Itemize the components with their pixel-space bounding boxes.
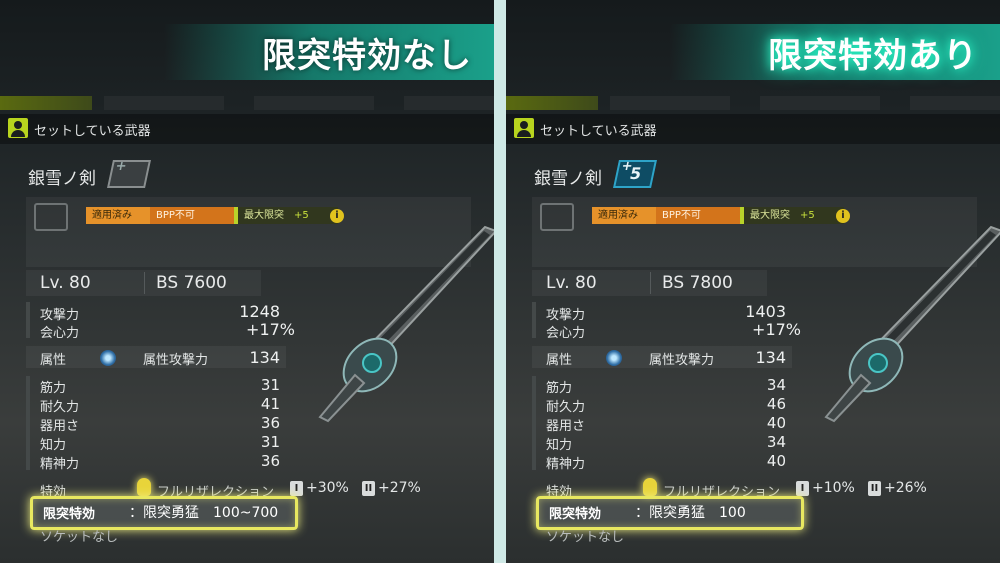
special-effect-icon [137, 478, 151, 496]
limit-plate-icon: + 5 [613, 159, 657, 188]
panel-title: 限突特効なし [262, 36, 472, 76]
vit-value: 41 [260, 395, 280, 413]
mnd-value: 40 [766, 452, 786, 470]
bs-value: BS 7600 [156, 273, 227, 293]
element-attack-label: 属性攻撃力 [649, 353, 715, 368]
tab[interactable] [610, 96, 730, 110]
int-label: 知力 [546, 438, 573, 453]
socket-status: ソケットなし [40, 530, 119, 545]
equipped-weapon-header: セットしている武器 [0, 114, 494, 144]
tier-2-icon: II [868, 481, 881, 496]
tab-row [506, 96, 1000, 112]
info-icon[interactable]: i [836, 209, 850, 223]
vit-label: 耐久力 [40, 400, 80, 415]
plate-number: 5 [628, 164, 644, 183]
dex-label: 器用さ [40, 419, 80, 434]
weapon-slot-icon [540, 203, 574, 231]
mnd-label: 精神力 [40, 457, 80, 472]
limit-effect-label: 限突特効 [43, 507, 96, 522]
special-1-value: +10% [812, 480, 855, 496]
int-value: 34 [766, 433, 786, 451]
dex-label: 器用さ [546, 419, 586, 434]
special-2-value: +27% [378, 480, 421, 496]
attack-label: 攻撃力 [40, 308, 80, 323]
info-icon[interactable]: i [330, 209, 344, 223]
person-icon [514, 118, 534, 138]
mnd-label: 精神力 [546, 457, 586, 472]
limit-effect-value: ：限突勇猛 100 [635, 505, 746, 521]
equipped-weapon-header: セットしている武器 [506, 114, 1000, 144]
limit-effect-highlight: 限突特効 ：限突勇猛 100 [536, 496, 804, 530]
limit-effect-highlight: 限突特効 ：限突勇猛 100~700 [30, 496, 298, 530]
int-value: 31 [260, 433, 280, 451]
special-effect-icon [643, 478, 657, 496]
level-row: Lv. 80 BS 7800 [532, 270, 767, 296]
badge-bpp: BPP不可 [656, 207, 744, 224]
socket-status: ソケットなし [546, 530, 625, 545]
limit-effect-value: ：限突勇猛 100~700 [129, 505, 279, 521]
element-attack-value: 134 [249, 348, 280, 367]
tier-1-icon: I [290, 481, 303, 496]
tab[interactable] [760, 96, 880, 110]
weapon-slot-icon [34, 203, 68, 231]
tab-active[interactable] [506, 96, 598, 110]
tab[interactable] [104, 96, 224, 110]
special-2-value: +26% [884, 480, 927, 496]
panel-with-limit-effect: 限突特効あり セットしている武器 銀雪ノ剣 + 5 適用済み BPP不可 最大限… [506, 0, 1000, 563]
badge-max-limit: 最大限突 +5 [740, 207, 844, 224]
level-label: Lv. 80 [40, 273, 91, 293]
tier-1-icon: I [796, 481, 809, 496]
badge-bpp: BPP不可 [150, 207, 238, 224]
vit-value: 46 [766, 395, 786, 413]
panel-without-limit-effect: 限突特効なし セットしている武器 銀雪ノ剣 + 適用済み BPP不可 最大限突 … [0, 0, 494, 563]
attack-value: 1248 [239, 302, 280, 321]
str-label: 筋力 [40, 381, 67, 396]
level-row: Lv. 80 BS 7600 [26, 270, 261, 296]
special-1-value: +30% [306, 480, 349, 496]
ice-element-icon [606, 350, 622, 366]
attack-value: 1403 [745, 302, 786, 321]
str-value: 34 [766, 376, 786, 394]
tab-row [0, 96, 494, 112]
vit-label: 耐久力 [546, 400, 586, 415]
crit-value: +17% [752, 320, 801, 339]
element-label: 属性 [546, 353, 573, 368]
badge-applied: 適用済み [86, 207, 154, 224]
attack-label: 攻撃力 [546, 308, 586, 323]
ice-element-icon [100, 350, 116, 366]
panel-title: 限突特効あり [768, 36, 978, 76]
sword-image [318, 225, 494, 423]
element-attack-label: 属性攻撃力 [143, 353, 209, 368]
header-label: セットしている武器 [34, 124, 151, 139]
bs-value: BS 7800 [662, 273, 733, 293]
tab[interactable] [910, 96, 1000, 110]
dex-value: 40 [766, 414, 786, 432]
crit-label: 会心力 [546, 326, 586, 341]
dex-value: 36 [260, 414, 280, 432]
header-label: セットしている武器 [540, 124, 657, 139]
element-label: 属性 [40, 353, 67, 368]
weapon-name: 銀雪ノ剣 [28, 169, 96, 189]
tier-2-icon: II [362, 481, 375, 496]
tab[interactable] [254, 96, 374, 110]
badge-applied: 適用済み [592, 207, 660, 224]
weapon-name: 銀雪ノ剣 [534, 169, 602, 189]
tab-active[interactable] [0, 96, 92, 110]
str-label: 筋力 [546, 381, 573, 396]
limit-plate-icon: + [107, 159, 151, 188]
crit-value: +17% [246, 320, 295, 339]
person-icon [8, 118, 28, 138]
str-value: 31 [260, 376, 280, 394]
element-attack-value: 134 [755, 348, 786, 367]
panel-divider [494, 0, 506, 563]
sword-image [824, 225, 1000, 423]
crit-label: 会心力 [40, 326, 80, 341]
limit-effect-label: 限突特効 [549, 507, 602, 522]
level-label: Lv. 80 [546, 273, 597, 293]
tab[interactable] [404, 96, 494, 110]
badge-max-limit: 最大限突 +5 [234, 207, 338, 224]
int-label: 知力 [40, 438, 67, 453]
mnd-value: 36 [260, 452, 280, 470]
